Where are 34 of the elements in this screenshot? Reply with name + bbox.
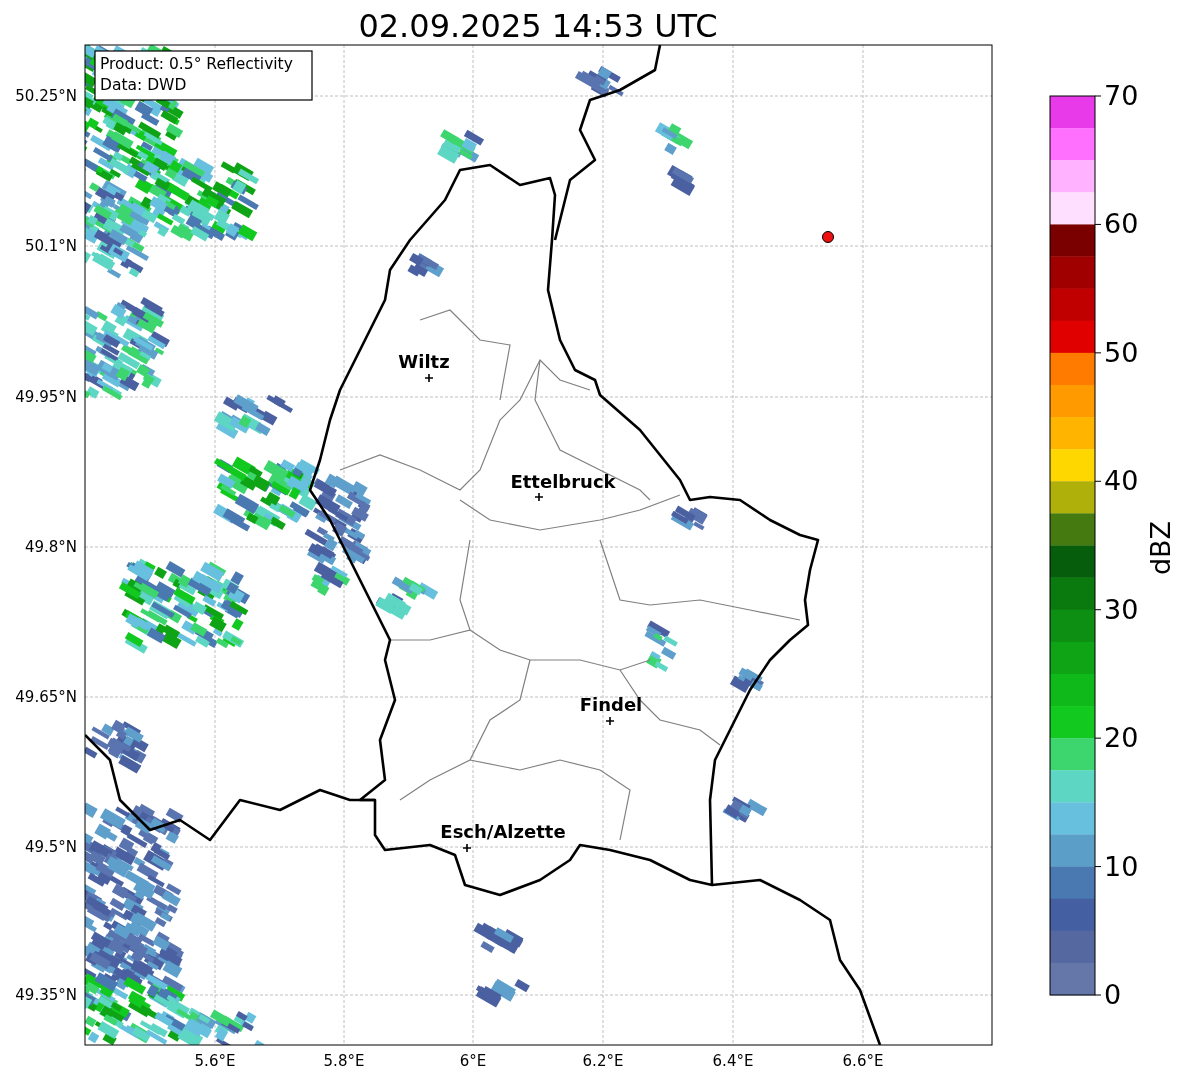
y-tick-label: 49.5°N [24, 838, 77, 856]
y-tick-label: 49.35°N [15, 986, 77, 1004]
x-tick-label: 6.6°E [842, 1052, 884, 1070]
y-tick-label: 50.1°N [24, 237, 77, 255]
x-tick-label: 6°E [459, 1052, 487, 1070]
colorbar-tick-label: 40 [1104, 465, 1139, 497]
y-tick-label: 50.25°N [15, 87, 77, 105]
info-text: Product: 0.5° Reflectivity [100, 55, 293, 73]
city-label: Findel [579, 694, 643, 715]
colorbar-tick-label: 20 [1104, 722, 1139, 754]
colorbar-tick-label: 60 [1104, 208, 1139, 240]
chart-title: 02.09.2025 14:53 UTC [358, 7, 718, 45]
y-tick-label: 49.65°N [15, 688, 77, 706]
x-tick-label: 6.2°E [582, 1052, 624, 1070]
city-marker-icon [424, 373, 434, 383]
city-marker-icon [605, 716, 615, 726]
colorbar-tick-label: 70 [1104, 80, 1139, 111]
x-tick-label: 6.4°E [712, 1052, 754, 1070]
city-label: Wiltz [398, 351, 450, 372]
colorbar-label: dBZ [1145, 520, 1176, 576]
colorbar-tick-label: 0 [1104, 979, 1122, 1010]
colorbar-tick-label: 50 [1104, 336, 1139, 368]
city-marker-icon [534, 492, 544, 502]
y-tick-label: 49.8°N [24, 538, 77, 556]
colorbar-tick-label: 30 [1104, 593, 1139, 625]
city-label: Ettelbruck [510, 471, 616, 492]
city-label: Esch/Alzette [440, 821, 566, 842]
info-text: Data: DWD [100, 76, 187, 94]
y-tick-label: 49.95°N [15, 388, 77, 406]
location-dot [822, 231, 834, 243]
colorbar-tick-label: 10 [1104, 850, 1139, 882]
x-tick-label: 5.8°E [323, 1052, 365, 1070]
x-tick-label: 5.6°E [194, 1052, 236, 1070]
city-marker-icon [462, 843, 472, 853]
